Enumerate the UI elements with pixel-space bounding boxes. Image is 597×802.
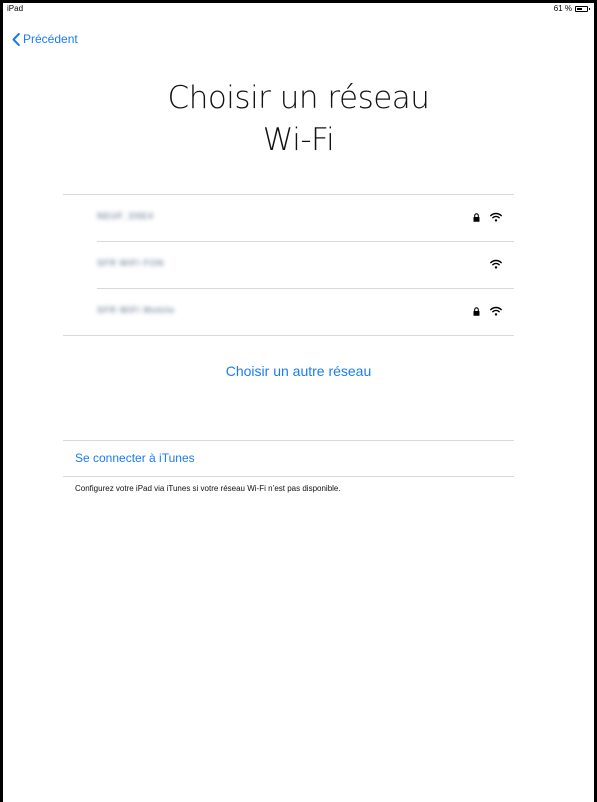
lock-icon (473, 213, 480, 222)
device-name: iPad (7, 4, 24, 13)
page-title: Choisir un réseau Wi-Fi (3, 77, 594, 161)
itunes-footnote: Configurez votre iPad via iTunes si votr… (75, 484, 341, 493)
page-title-line1: Choisir un réseau (167, 80, 430, 116)
wifi-icon (490, 306, 502, 316)
network-name: SFR WiFi FON (97, 258, 164, 268)
wifi-icon (490, 259, 502, 269)
battery-icon (575, 5, 590, 12)
network-row[interactable]: SFR WiFi Mobile (63, 289, 514, 335)
network-name: SFR WiFi Mobile (97, 305, 175, 315)
itunes-bottom-divider (63, 476, 514, 477)
lock-icon (473, 307, 480, 316)
back-label: Précédent (23, 32, 78, 46)
list-bottom-divider (63, 335, 514, 336)
network-list: NEUF_D5E4 SFR WiFi FON SFR WiFi Mobile (63, 194, 514, 336)
wifi-icon (490, 212, 502, 222)
choose-other-network-button[interactable]: Choisir un autre réseau (3, 363, 594, 379)
battery-tip (589, 7, 590, 10)
battery-fill (577, 7, 582, 10)
network-row[interactable]: NEUF_D5E4 (63, 195, 514, 241)
connect-itunes-link[interactable]: Se connecter à iTunes (63, 441, 514, 476)
network-row[interactable]: SFR WiFi FON (63, 242, 514, 288)
page-title-line2: Wi-Fi (262, 122, 335, 158)
setup-screen: iPad 61 % Précédent Choisir un réseau Wi… (3, 3, 594, 802)
status-right: 61 % (553, 4, 590, 13)
network-name: NEUF_D5E4 (97, 211, 154, 221)
battery-percentage: 61 % (553, 4, 572, 13)
status-bar: iPad 61 % (3, 3, 594, 17)
chevron-left-icon (12, 32, 20, 46)
back-button[interactable]: Précédent (12, 32, 78, 46)
itunes-section: Se connecter à iTunes (63, 440, 514, 477)
